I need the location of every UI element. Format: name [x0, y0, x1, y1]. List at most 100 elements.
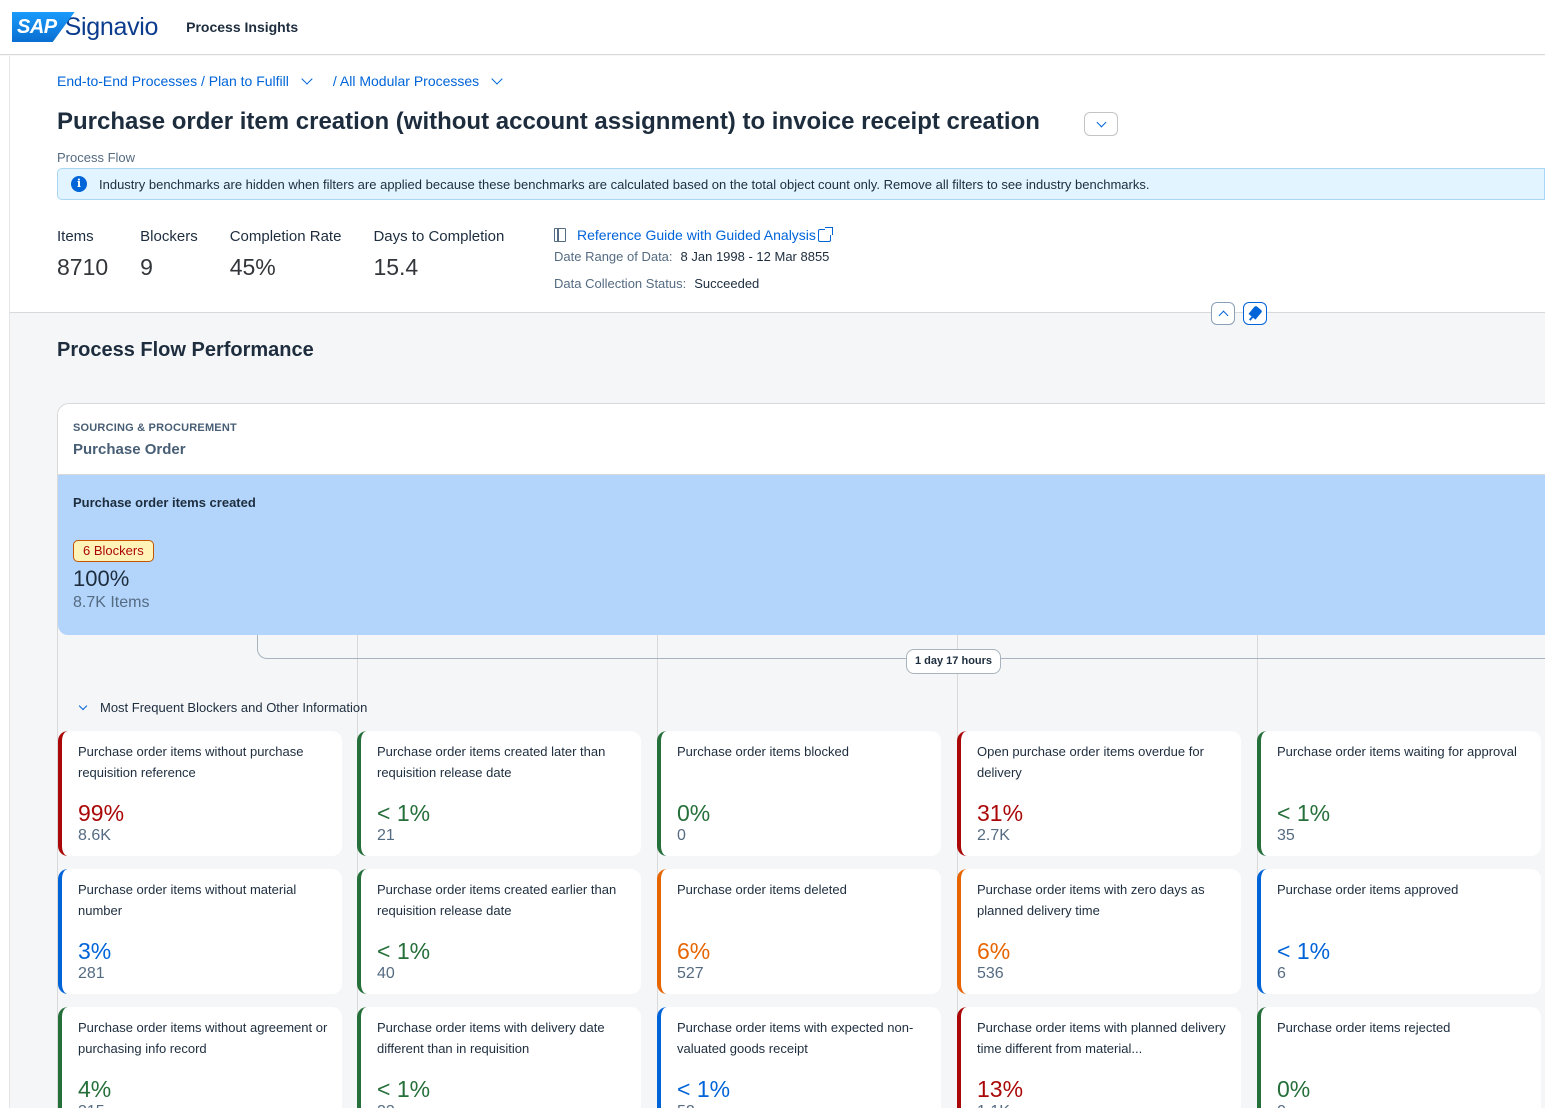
blocker-title: Purchase order items deleted	[677, 882, 847, 897]
data-collection-status: Data Collection Status: Succeeded	[554, 276, 831, 291]
kpi-items: Items 8710	[57, 228, 108, 281]
process-step-band[interactable]: Purchase order items created 6 Blockers …	[58, 475, 1545, 635]
blocker-tile[interactable]: Open purchase order items overdue for de…	[957, 731, 1241, 856]
blocker-tile[interactable]: Purchase order items created later than …	[357, 731, 641, 856]
blocker-count: 40	[377, 965, 395, 982]
blocker-percent: 99%	[78, 800, 125, 826]
blocker-count: 35	[1277, 827, 1295, 844]
blocker-count: 8.6K	[78, 827, 111, 844]
blocker-percent: < 1%	[1277, 938, 1331, 964]
blocker-title: Purchase order items rejected	[1277, 1020, 1451, 1035]
blocker-percent: 6%	[977, 938, 1011, 964]
chevron-down-icon[interactable]	[301, 73, 313, 85]
external-link-icon	[817, 226, 833, 242]
blocker-tile[interactable]: Purchase order items with expected non-v…	[657, 1007, 941, 1108]
blocker-title: Purchase order items created later than …	[377, 744, 606, 780]
blocker-percent: < 1%	[377, 938, 431, 964]
chevron-down-icon[interactable]	[491, 73, 503, 85]
kpi-value: 9	[140, 254, 153, 280]
kpi-value: 45%	[229, 254, 276, 280]
blocker-tile[interactable]: Purchase order items waiting for approva…	[1257, 731, 1541, 856]
blocker-tile[interactable]: Purchase order items created earlier tha…	[357, 869, 641, 994]
title-dropdown-button[interactable]	[1084, 112, 1118, 136]
breadcrumb-plan-to-fulfill[interactable]: End-to-End Processes / Plan to Fulfill	[57, 73, 289, 89]
blocker-title: Purchase order items with delivery date …	[377, 1020, 605, 1056]
side-rail	[0, 56, 10, 1108]
blocker-percent: 0%	[677, 800, 711, 826]
kpi-days-to-completion: Days to Completion 15.4	[373, 228, 504, 281]
book-icon	[554, 228, 566, 242]
blocker-percent: < 1%	[377, 800, 431, 826]
kpi-label: Completion Rate	[229, 228, 342, 245]
process-flow-card: SOURCING & PROCUREMENT Purchase Order Pu…	[57, 403, 1545, 1108]
kpi-label: Blockers	[140, 228, 198, 245]
chevron-down-icon	[78, 701, 88, 710]
date-range-value: 8 Jan 1998 - 12 Mar 8855	[680, 249, 830, 264]
pin-header-button[interactable]	[1243, 302, 1267, 325]
blocker-count: 315	[78, 1103, 105, 1108]
pin-icon	[1248, 305, 1263, 320]
blocker-title: Purchase order items with expected non-v…	[677, 1020, 914, 1056]
blockers-section-toggle[interactable]: Most Frequent Blockers and Other Informa…	[76, 700, 367, 715]
blocker-tile[interactable]: Purchase order items approved < 1% 6	[1257, 869, 1541, 994]
blocker-percent: < 1%	[377, 1076, 431, 1102]
blocker-tile[interactable]: Purchase order items without agreement o…	[58, 1007, 342, 1108]
shell-bar: SAP Signavio Process Insights	[0, 0, 1545, 55]
blocker-title: Purchase order items without material nu…	[78, 882, 297, 918]
blocker-count: 2.7K	[977, 827, 1010, 844]
blocker-percent: 4%	[78, 1076, 112, 1102]
kpi-value: 15.4	[373, 254, 419, 280]
blocker-percent: 6%	[677, 938, 711, 964]
blocker-tile[interactable]: Purchase order items rejected 0%0	[1257, 1007, 1541, 1108]
blocker-count: 0	[677, 827, 686, 844]
kpi-blockers: Blockers 9	[140, 228, 198, 281]
duration-pill[interactable]: 1 day 17 hours	[906, 649, 1002, 674]
status-label: Data Collection Status:	[554, 276, 687, 291]
blocker-count: 21	[377, 827, 395, 844]
app-name: Process Insights	[186, 19, 299, 35]
page-title: Purchase order item creation (without ac…	[57, 108, 1040, 135]
blocker-title: Purchase order items approved	[1277, 882, 1459, 897]
blocker-count: 527	[677, 965, 704, 982]
flow-category: SOURCING & PROCUREMENT	[73, 422, 237, 434]
blocker-title: Open purchase order items overdue for de…	[977, 744, 1204, 780]
kpi-row: Items 8710 Blockers 9 Completion Rate 45…	[57, 228, 536, 281]
blocker-tile[interactable]: Purchase order items with delivery date …	[357, 1007, 641, 1108]
kpi-label: Days to Completion	[373, 228, 505, 245]
blocker-percent: 13%	[977, 1076, 1024, 1102]
blocker-tile[interactable]: Purchase order items with planned delive…	[957, 1007, 1241, 1108]
blocker-title: Purchase order items waiting for approva…	[1277, 744, 1517, 759]
blocker-title: Purchase order items blocked	[677, 744, 849, 759]
blocker-count: 0	[1277, 1103, 1286, 1108]
blocker-title: Purchase order items without agreement o…	[78, 1020, 328, 1056]
blocker-title: Purchase order items with planned delive…	[977, 1020, 1226, 1056]
blocker-tile[interactable]: Purchase order items without purchase re…	[58, 731, 342, 856]
flow-header: SOURCING & PROCUREMENT Purchase Order	[58, 404, 1545, 475]
sap-signavio-logo[interactable]: SAP Signavio	[12, 12, 158, 42]
step-title: Purchase order items created	[73, 495, 256, 510]
blocker-count: 1.1K	[977, 1103, 1010, 1108]
blocker-tile[interactable]: Purchase order items without material nu…	[58, 869, 342, 994]
kpi-value: 8710	[57, 254, 109, 280]
flow-object: Purchase Order	[73, 441, 186, 458]
blocker-title: Purchase order items created earlier tha…	[377, 882, 617, 918]
blocker-count: 536	[977, 965, 1004, 982]
step-items: 8.7K Items	[73, 594, 150, 611]
blockers-badge[interactable]: 6 Blockers	[73, 540, 154, 562]
blocker-tile[interactable]: Purchase order items deleted 6% 527	[657, 869, 941, 994]
collapse-header-button[interactable]	[1211, 302, 1235, 325]
breadcrumb-all-modular-processes[interactable]: / All Modular Processes	[333, 73, 479, 89]
blocker-tile[interactable]: Purchase order items blocked 0% 0	[657, 731, 941, 856]
blocker-tile[interactable]: Purchase order items with zero days as p…	[957, 869, 1241, 994]
date-range-label: Date Range of Data:	[554, 249, 673, 264]
breadcrumb: End-to-End Processes / Plan to Fulfill /…	[57, 73, 523, 89]
blocker-count: 281	[78, 965, 105, 982]
date-range: Date Range of Data: 8 Jan 1998 - 12 Mar 8…	[554, 249, 831, 264]
duration-connector	[257, 635, 1545, 659]
blocker-percent: 0%	[1277, 1076, 1311, 1102]
blocker-title: Purchase order items with zero days as p…	[977, 882, 1205, 918]
info-message-strip: i Industry benchmarks are hidden when fi…	[57, 168, 1545, 200]
reference-guide-link[interactable]: Reference Guide with Guided Analysis	[554, 226, 833, 243]
kpi-label: Items	[57, 228, 94, 245]
kpi-completion-rate: Completion Rate 45%	[230, 228, 342, 281]
